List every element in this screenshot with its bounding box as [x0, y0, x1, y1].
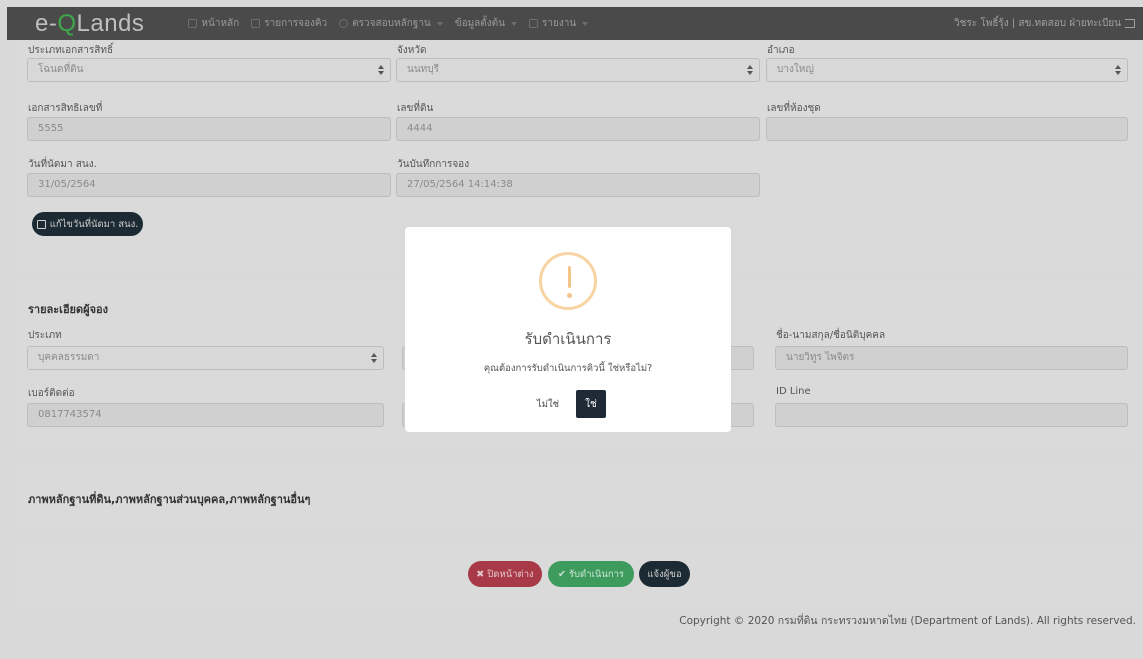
line-id-field[interactable]: [775, 403, 1128, 427]
doc-type-label: ประเภทเอกสารสิทธิ์: [28, 45, 114, 56]
land-no-label: เลขที่ดิน: [397, 103, 434, 114]
record-date-label: วันบันทึกการจอง: [397, 159, 470, 170]
footer-copyright: Copyright © 2020 กรมที่ดิน กระทรวงมหาดไท…: [679, 615, 1136, 627]
nav-item-label: ข้อมูลตั้งต้น: [454, 18, 506, 29]
person-type-value: บุคคลธรรมดา: [38, 352, 100, 363]
nav-item-master-data[interactable]: ข้อมูลตั้งต้น: [454, 16, 518, 31]
warning-dot: [567, 293, 572, 298]
room-no-field[interactable]: [766, 117, 1128, 141]
person-type-label: ประเภท: [28, 330, 62, 341]
edit-icon: [36, 219, 46, 229]
user-name: วิชระ โพธิ์รุ้ง | สข.ทดสอบ ฝ่ายทะเบียน: [954, 18, 1121, 29]
close-icon: ✖: [476, 568, 485, 580]
logo-q: Q: [57, 9, 77, 37]
nav-item-label: หน้าหลัก: [201, 18, 240, 29]
person-name-value: นายวิทูร ไพจิตร: [786, 352, 855, 363]
record-date-field[interactable]: 27/05/2564 14:14:38: [396, 173, 760, 197]
record-date-value: 27/05/2564 14:14:38: [407, 179, 513, 190]
notify-requester-label: แจ้งผู้ขอ: [647, 568, 682, 580]
district-value: บางใหญ่: [777, 64, 814, 75]
land-no-field[interactable]: 4444: [396, 117, 760, 141]
logout-icon[interactable]: [1125, 19, 1135, 28]
phone-field[interactable]: 0817743574: [27, 403, 384, 427]
chevron-down-icon: [436, 21, 443, 26]
nav-item-queue-list[interactable]: รายการจองคิว: [251, 16, 327, 31]
nav-item-label: ตรวจสอบหลักฐาน: [352, 18, 431, 29]
dialog-no-button[interactable]: ไม่ใช่: [533, 391, 563, 417]
nav-item-verify[interactable]: ตรวจสอบหลักฐาน: [339, 16, 443, 31]
check-icon: ✔: [557, 568, 566, 580]
logo-suffix: Lands: [76, 9, 145, 37]
person-name-label: ชื่อ-นามสกุล/ชื่อนิติบุคคล: [776, 330, 886, 341]
booker-section-title: รายละเอียดผู้จอง: [28, 303, 109, 316]
confirm-dialog: รับดำเนินการ คุณต้องการรับดำเนินการคิวนี…: [405, 227, 731, 432]
doc-type-select[interactable]: โฉนดที่ดิน: [27, 58, 391, 82]
district-label: อำเภอ: [767, 45, 795, 56]
close-window-label: ปิดหน้าต่าง: [487, 568, 534, 580]
chevron-down-icon: [511, 21, 518, 26]
select-arrows-icon: [371, 353, 377, 363]
user-info: วิชระ โพธิ์รุ้ง | สข.ทดสอบ ฝ่ายทะเบียน: [954, 7, 1135, 40]
print-icon: [529, 19, 539, 28]
accept-label: รับดำเนินการ: [568, 568, 625, 580]
land-no-value: 4444: [407, 123, 433, 134]
accept-button[interactable]: ✔ รับดำเนินการ: [548, 561, 634, 587]
appt-date-value: 31/05/2564: [38, 179, 96, 190]
top-navbar: e-QLands หน้าหลัก รายการจองคิว ตรวจสอบหล…: [7, 7, 1143, 40]
province-select[interactable]: นนทบุรี: [396, 58, 760, 82]
dialog-yes-button[interactable]: ใช่: [576, 390, 606, 418]
edit-appt-date-button[interactable]: แก้ไขวันที่นัดมา สนง.: [32, 212, 143, 236]
select-arrows-icon: [378, 65, 384, 75]
select-arrows-icon: [1115, 65, 1121, 75]
chevron-down-icon: [582, 21, 589, 26]
mail-icon: [251, 19, 261, 28]
search-icon: [339, 19, 349, 28]
person-type-select[interactable]: บุคคลธรรมดา: [27, 346, 384, 370]
district-select[interactable]: บางใหญ่: [766, 58, 1128, 82]
photos-panel: ภาพหลักฐานที่ดิน,ภาพหลักฐานส่วนบุคคล,ภาพ…: [17, 465, 1143, 526]
appt-date-field[interactable]: 31/05/2564: [27, 173, 391, 197]
doc-type-value: โฉนดที่ดิน: [38, 64, 84, 75]
home-icon: [188, 19, 198, 28]
nav-item-home[interactable]: หน้าหลัก: [188, 16, 239, 31]
nav-menu: หน้าหลัก รายการจองคิว ตรวจสอบหลักฐาน ข้อ…: [188, 16, 589, 31]
page-backdrop: e-QLands หน้าหลัก รายการจองคิว ตรวจสอบหล…: [0, 0, 1143, 659]
doc-no-value: 5555: [38, 123, 64, 134]
warning-icon: [539, 252, 597, 310]
nav-item-report[interactable]: รายงาน: [529, 16, 589, 31]
doc-no-field[interactable]: 5555: [27, 117, 391, 141]
dialog-title: รับดำเนินการ: [524, 330, 612, 348]
photos-section-title: ภาพหลักฐานที่ดิน,ภาพหลักฐานส่วนบุคคล,ภาพ…: [28, 493, 311, 506]
actions-panel: ✖ ปิดหน้าต่าง ✔ รับดำเนินการ แจ้งผู้ขอ: [17, 543, 1143, 603]
select-arrows-icon: [747, 65, 753, 75]
phone-value: 0817743574: [38, 409, 102, 420]
room-no-label: เลขที่ห้องชุด: [767, 103, 821, 114]
notify-requester-button[interactable]: แจ้งผู้ขอ: [639, 561, 690, 587]
line-id-label: ID Line: [776, 386, 811, 397]
app-logo[interactable]: e-QLands: [35, 10, 144, 38]
warning-bar: [568, 266, 571, 288]
nav-item-label: รายงาน: [542, 18, 577, 29]
nav-item-label: รายการจองคิว: [264, 18, 328, 29]
edit-appt-date-label: แก้ไขวันที่นัดมา สนง.: [49, 218, 139, 230]
province-label: จังหวัด: [397, 45, 427, 56]
appt-date-label: วันที่นัดมา สนง.: [28, 159, 97, 170]
doc-no-label: เอกสารสิทธิเลขที่: [28, 103, 103, 114]
person-name-field[interactable]: นายวิทูร ไพจิตร: [775, 346, 1128, 370]
close-window-button[interactable]: ✖ ปิดหน้าต่าง: [468, 561, 542, 587]
phone-label: เบอร์ติดต่อ: [28, 388, 75, 399]
dialog-message: คุณต้องการรับดำเนินการคิวนี้ ใช่หรือไม่?: [483, 363, 653, 374]
province-value: นนทบุรี: [407, 64, 439, 75]
logo-prefix: e-: [35, 9, 58, 37]
